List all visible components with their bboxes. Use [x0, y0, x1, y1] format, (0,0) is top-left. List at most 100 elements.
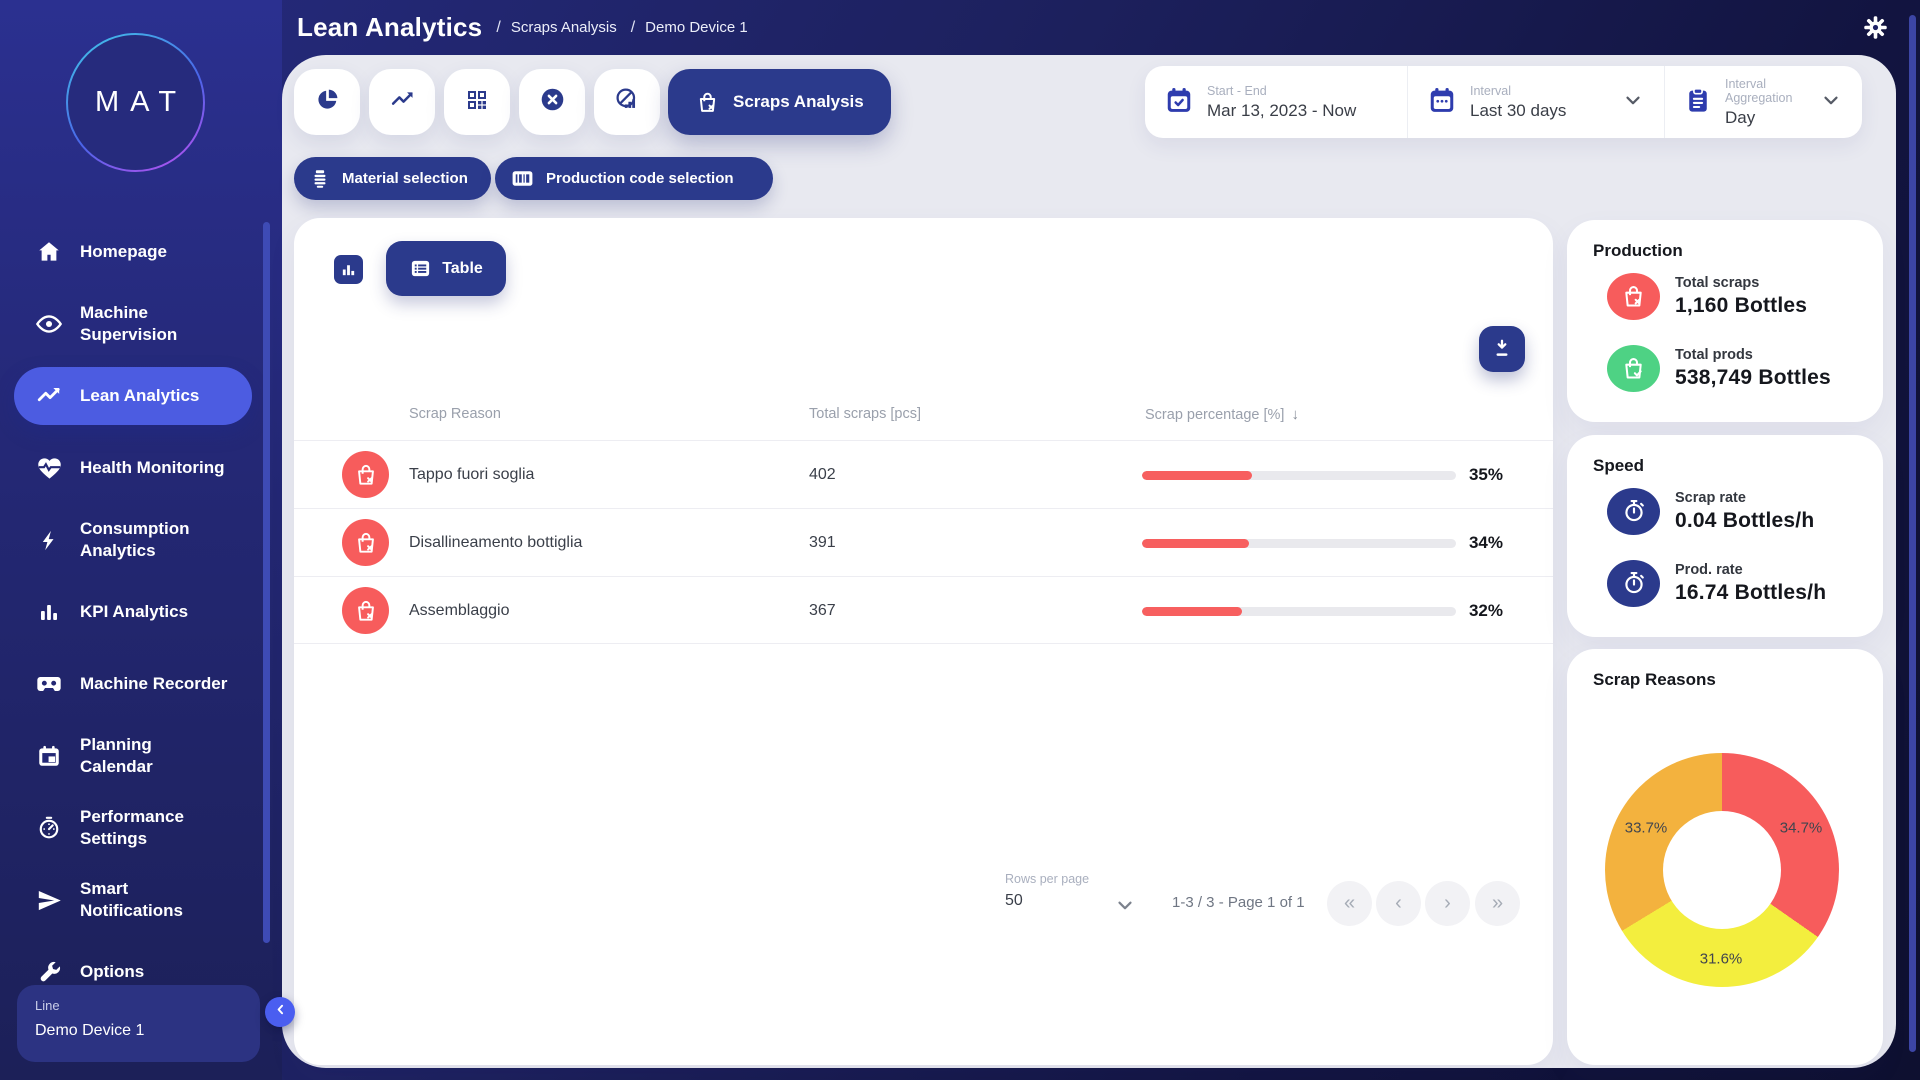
sidebar-item-performance-settings[interactable]: Performance Settings — [0, 792, 282, 864]
material-icon — [309, 168, 331, 190]
interval-value: Last 30 days — [1470, 101, 1566, 121]
qr-code-icon — [465, 88, 489, 117]
tab-scraps-analysis-active[interactable]: Scraps Analysis — [668, 69, 891, 135]
tab-trend[interactable] — [369, 69, 435, 135]
breadcrumb-scraps-analysis[interactable]: Scraps Analysis — [511, 19, 617, 36]
table-row[interactable]: Assemblaggio 367 32% — [294, 576, 1553, 644]
percentage-bar — [1142, 539, 1456, 548]
interval-filter[interactable]: Interval Last 30 days — [1408, 66, 1664, 138]
barcode-icon — [510, 166, 535, 191]
download-icon — [1491, 338, 1513, 360]
calendar-check-icon — [1164, 85, 1194, 120]
line-device-name: Demo Device 1 — [35, 1022, 242, 1040]
table-list-icon — [409, 257, 432, 280]
chevron-right-icon: › — [1444, 892, 1451, 915]
production-title: Production — [1593, 241, 1683, 261]
breadcrumb-separator: / — [496, 19, 500, 37]
percentage-cell: 34% — [1428, 533, 1503, 553]
download-button[interactable] — [1479, 326, 1525, 372]
table-view-button[interactable]: Table — [386, 241, 506, 296]
percentage-cell: 32% — [1428, 601, 1503, 621]
bag-check-icon — [1607, 345, 1660, 392]
device-selector[interactable]: Line Demo Device 1 — [17, 985, 260, 1062]
bag-x-icon — [342, 587, 389, 634]
sidebar: MAT Homepage Machine Supervision Lean An… — [0, 0, 282, 1080]
percentage-bar — [1142, 471, 1456, 480]
aggregation-filter[interactable]: Interval Aggregation Day — [1665, 66, 1862, 138]
tab-production-codes[interactable] — [444, 69, 510, 135]
start-end-label: Start - End — [1207, 84, 1356, 98]
previous-page-button[interactable]: ‹ — [1376, 881, 1421, 926]
pie-chart-icon — [315, 87, 340, 117]
sidebar-item-machine-supervision[interactable]: Machine Supervision — [0, 288, 282, 360]
sidebar-item-lean-analytics[interactable]: Lean Analytics — [14, 367, 252, 425]
page-title: Lean Analytics — [297, 12, 482, 43]
eye-icon — [35, 310, 63, 338]
wrench-icon — [35, 960, 63, 985]
start-end-value: Mar 13, 2023 - Now — [1207, 101, 1356, 121]
column-total-scraps[interactable]: Total scraps [pcs] — [809, 406, 921, 422]
production-code-selection-button[interactable]: Production code selection — [495, 157, 773, 200]
sidebar-item-smart-notifications[interactable]: Smart Notifications — [0, 864, 282, 936]
scrap-rate-stat: Scrap rate0.04 Bottles/h — [1607, 483, 1867, 539]
sidebar-item-machine-recorder[interactable]: Machine Recorder — [0, 648, 282, 720]
chevron-down-icon[interactable] — [1820, 89, 1842, 116]
donut-label: 31.6% — [1700, 951, 1743, 968]
sidebar-item-planning-calendar[interactable]: Planning Calendar — [0, 720, 282, 792]
sidebar-item-health-monitoring[interactable]: Health Monitoring — [0, 432, 282, 504]
settings-gear-button[interactable] — [1862, 14, 1890, 42]
column-scrap-reason[interactable]: Scrap Reason — [409, 406, 501, 422]
total-prods-stat: Total prods538,749 Bottles — [1607, 340, 1867, 396]
rows-per-page-value[interactable]: 50 — [1005, 892, 1023, 910]
mat-logo: MAT — [66, 33, 205, 172]
sidebar-collapse-button[interactable] — [265, 997, 295, 1027]
home-icon — [35, 239, 63, 265]
scraps-table-card: Table Scrap Reason Total scraps [pcs] Sc… — [294, 218, 1553, 1065]
sidebar-scrollbar[interactable] — [263, 222, 270, 943]
chart-view-button[interactable] — [334, 255, 363, 284]
breadcrumb-separator: / — [631, 19, 635, 37]
breadcrumb-demo-device[interactable]: Demo Device 1 — [645, 19, 748, 36]
stopwatch-icon — [1607, 560, 1660, 607]
percentage-bar — [1142, 607, 1456, 616]
sort-desc-icon: ↓ — [1291, 406, 1299, 423]
double-chevron-left-icon: « — [1344, 892, 1355, 915]
sidebar-item-consumption-analytics[interactable]: Consumption Analytics — [0, 504, 282, 576]
double-chevron-right-icon: » — [1492, 892, 1503, 915]
total-scraps-cell: 391 — [809, 534, 836, 552]
first-page-button[interactable]: « — [1327, 881, 1372, 926]
chevron-down-icon[interactable] — [1622, 89, 1644, 116]
percentage-cell: 35% — [1428, 465, 1503, 485]
speed-title: Speed — [1593, 456, 1644, 476]
calendar-dots-icon — [1427, 85, 1457, 120]
table-row[interactable]: Disallineamento bottiglia 391 34% — [294, 508, 1553, 576]
donut-label: 34.7% — [1780, 820, 1823, 837]
gauge-icon — [35, 815, 63, 841]
bar-chart-icon — [340, 261, 357, 278]
bar-chart-icon — [35, 600, 63, 624]
rows-per-page-label: Rows per page — [1005, 872, 1089, 886]
interval-label: Interval — [1470, 84, 1566, 98]
heart-pulse-icon — [35, 455, 63, 482]
sidebar-item-homepage[interactable]: Homepage — [0, 216, 282, 288]
page-scrollbar[interactable] — [1909, 15, 1916, 1052]
chevron-down-icon[interactable] — [1114, 894, 1136, 920]
last-page-button[interactable]: » — [1475, 881, 1520, 926]
bag-x-icon — [1607, 273, 1660, 320]
next-page-button[interactable]: › — [1425, 881, 1470, 926]
tab-downtime-analysis[interactable] — [594, 69, 660, 135]
table-row[interactable]: Tappo fuori soglia 402 35% — [294, 440, 1553, 508]
tab-stops-analysis[interactable] — [519, 69, 585, 135]
tab-oee-pie[interactable] — [294, 69, 360, 135]
material-selection-button[interactable]: Material selection — [294, 157, 491, 200]
date-filter-card: Start - End Mar 13, 2023 - Now Interval … — [1145, 66, 1862, 138]
start-end-filter[interactable]: Start - End Mar 13, 2023 - Now — [1145, 66, 1407, 138]
sidebar-item-kpi-analytics[interactable]: KPI Analytics — [0, 576, 282, 648]
cassette-icon — [35, 670, 63, 698]
column-scrap-percentage[interactable]: Scrap percentage [%]↓ — [1145, 406, 1299, 423]
total-scraps-stat: Total scraps1,160 Bottles — [1607, 268, 1867, 324]
bag-x-icon — [695, 90, 720, 115]
scrap-reasons-title: Scrap Reasons — [1593, 670, 1716, 690]
total-scraps-cell: 402 — [809, 466, 836, 484]
trend-icon — [390, 87, 415, 117]
